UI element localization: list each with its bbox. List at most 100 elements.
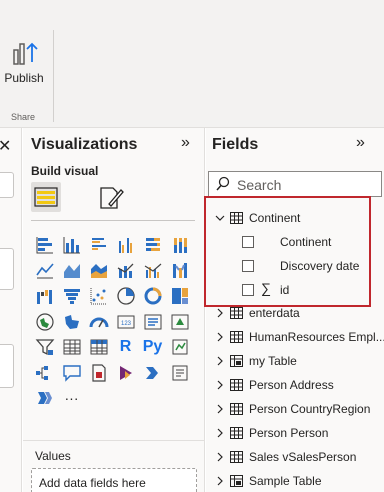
chevron-right-icon (217, 380, 223, 390)
stacked-area-chart-icon[interactable] (85, 258, 112, 284)
ribbon: Publish Share (0, 0, 384, 128)
funnel-chart-icon[interactable] (58, 283, 85, 309)
100-stacked-column-chart-icon[interactable] (166, 232, 193, 258)
table-row-sales-vsalesperson[interactable]: Sales vSalesPerson (206, 445, 384, 469)
donut-chart-icon[interactable] (139, 283, 166, 309)
table-name: Person CountryRegion (249, 402, 371, 416)
collapse-visualizations-button[interactable]: » (181, 134, 190, 152)
build-visual-icon (34, 187, 58, 207)
calculated-table-icon (230, 355, 243, 367)
waterfall-chart-icon[interactable] (31, 283, 58, 309)
fields-pane: Fields » Search Continent Continent Disc… (204, 128, 384, 492)
scatter-chart-icon[interactable] (85, 283, 112, 309)
values-label: Values (35, 449, 71, 463)
calculated-table-icon (230, 475, 243, 487)
table-name: Person Person (249, 426, 329, 440)
slicer-icon[interactable] (31, 334, 58, 360)
decomposition-tree-icon[interactable] (31, 360, 58, 386)
goals-icon[interactable] (31, 386, 58, 412)
paginated-report-icon[interactable] (85, 360, 112, 386)
search-input[interactable]: Search (208, 171, 382, 197)
kpi-icon[interactable] (166, 309, 193, 335)
r-script-visual-icon[interactable]: R (112, 334, 139, 360)
chevron-right-icon (217, 404, 223, 414)
py-label: Py (142, 338, 163, 356)
table-visual-icon[interactable] (58, 334, 85, 360)
chevron-right-icon (217, 452, 223, 462)
chevron-right-icon (217, 428, 223, 438)
smart-narrative-icon[interactable] (166, 360, 193, 386)
divider (23, 440, 205, 441)
table-row-person-address[interactable]: Person Address (206, 373, 384, 397)
table-row-humanresources[interactable]: HumanResources Empl... (206, 325, 384, 349)
table-name: enterdata (249, 306, 300, 320)
table-row-person-person[interactable]: Person Person (206, 421, 384, 445)
power-automate-icon[interactable] (139, 360, 166, 386)
treemap-icon[interactable] (166, 283, 193, 309)
clustered-column-chart-icon[interactable] (112, 232, 139, 258)
close-icon[interactable]: ✕ (0, 136, 11, 156)
chevron-right-icon (217, 308, 223, 318)
add-data-fields-well[interactable]: Add data fields here (31, 468, 197, 492)
filter-card[interactable] (0, 172, 14, 198)
table-name: my Table (249, 354, 297, 368)
table-row-enterdata[interactable]: enterdata (206, 301, 384, 325)
table-name: Sample Table (249, 474, 322, 488)
table-name: Person Address (249, 378, 334, 392)
pie-chart-icon[interactable] (112, 283, 139, 309)
build-visual-button[interactable] (31, 182, 61, 212)
table-name: Sales vSalesPerson (249, 450, 357, 464)
card-icon[interactable]: 123 (112, 309, 139, 335)
chevron-right-icon (217, 356, 223, 366)
filter-card[interactable] (0, 248, 14, 290)
divider (31, 220, 195, 221)
svg-text:123: 123 (120, 321, 131, 327)
share-group-label: Share (11, 112, 36, 122)
table-icon (230, 379, 243, 391)
publish-label: Publish (4, 71, 44, 85)
stacked-column-chart-icon[interactable] (58, 232, 85, 258)
visualizations-title: Visualizations (31, 136, 138, 153)
search-placeholder: Search (237, 177, 282, 193)
map-icon[interactable] (31, 309, 58, 335)
matrix-icon[interactable] (85, 334, 112, 360)
clustered-bar-chart-icon[interactable] (85, 232, 112, 258)
highlight-box (204, 196, 371, 307)
table-icon (230, 403, 243, 415)
filters-pane-collapsed: ✕ (0, 128, 22, 492)
stacked-bar-chart-icon[interactable] (31, 232, 58, 258)
key-influencers-icon[interactable] (166, 334, 193, 360)
line-chart-icon[interactable] (31, 258, 58, 284)
format-visual-icon (100, 187, 124, 209)
table-row-my-table[interactable]: my Table (206, 349, 384, 373)
more-visuals-button[interactable]: ··· (58, 386, 85, 412)
area-chart-icon[interactable] (58, 258, 85, 284)
qa-icon[interactable] (58, 360, 85, 386)
power-apps-icon[interactable] (112, 360, 139, 386)
100-stacked-bar-chart-icon[interactable] (139, 232, 166, 258)
gauge-icon[interactable] (85, 309, 112, 335)
publish-button[interactable]: Publish (2, 32, 46, 92)
multi-row-card-icon[interactable] (139, 309, 166, 335)
filter-card[interactable] (0, 344, 14, 388)
table-icon (230, 307, 243, 319)
collapse-fields-button[interactable]: » (356, 134, 365, 152)
visualizations-pane: Visualizations » Build visual 123 R Py ·… (23, 128, 205, 492)
line-and-stacked-column-chart-icon[interactable] (112, 258, 139, 284)
ribbon-chart-icon[interactable] (166, 258, 193, 284)
publish-icon (13, 42, 38, 65)
filled-map-icon[interactable] (58, 309, 85, 335)
chevron-right-icon (217, 476, 223, 486)
line-and-clustered-column-chart-icon[interactable] (139, 258, 166, 284)
python-visual-icon[interactable]: Py (139, 334, 166, 360)
fields-title: Fields (212, 136, 259, 153)
table-icon (230, 427, 243, 439)
table-row-sample-table[interactable]: Sample Table (206, 469, 384, 492)
table-icon (230, 331, 243, 343)
search-icon (216, 176, 230, 191)
more-label: ··· (64, 390, 79, 407)
format-visual-button[interactable] (97, 184, 125, 212)
build-visual-label: Build visual (31, 164, 99, 178)
table-row-person-countryregion[interactable]: Person CountryRegion (206, 397, 384, 421)
visual-type-gallery: 123 R Py ··· (31, 232, 205, 411)
